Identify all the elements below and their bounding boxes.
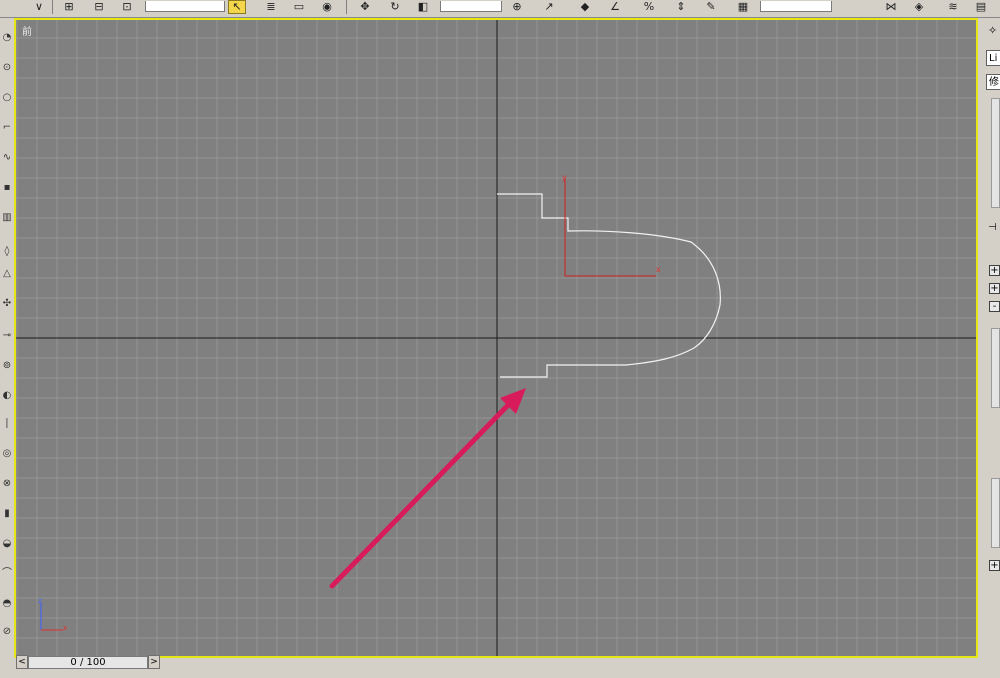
modifier-stack-list[interactable] <box>991 98 1000 208</box>
mirror-icon[interactable]: ⋈ <box>882 0 900 14</box>
tool-icon[interactable]: ⊙ <box>1 62 13 74</box>
named-selection-abc-icon[interactable]: ▦ <box>734 0 752 14</box>
tool-icon[interactable]: ∣ <box>1 418 13 430</box>
main-toolbar: ∨ ⊞ ⊟ ⊡ ↖ ≣ ▭ ◉ ✥ ↻ ◧ ⊕ ↗ ◆ ∠ % ⇕ ✎ ▦ ⋈ … <box>0 0 1000 18</box>
window-crossing-icon[interactable]: ◉ <box>318 0 336 14</box>
select-arrow-icon[interactable]: ↖ <box>228 0 246 14</box>
spline-profile-shape[interactable] <box>497 193 721 378</box>
tool-icon[interactable]: ✣ <box>1 298 13 310</box>
rollout-expand-icon[interactable]: + <box>989 560 1000 571</box>
edit-named-selection-icon[interactable]: ✎ <box>702 0 720 14</box>
front-viewport[interactable]: y x z x 前 <box>14 18 978 658</box>
tool-icon[interactable]: ◎ <box>1 448 13 460</box>
frame-readout: 0 / 100 <box>70 657 106 668</box>
tool-icon[interactable]: ◒ <box>1 538 13 550</box>
tool-icon[interactable]: △ <box>1 268 13 280</box>
tool-icon[interactable]: ⊚ <box>1 360 13 372</box>
selection-filter-dropdown[interactable] <box>145 1 225 12</box>
modifier-list-dropdown[interactable]: 修 <box>986 74 1000 90</box>
tool-icon[interactable]: ⌐ <box>1 122 13 134</box>
pin-stack-icon[interactable]: ⊣ <box>988 222 997 233</box>
rotate-icon[interactable]: ↻ <box>386 0 404 14</box>
tripod-z-label: z <box>38 597 42 605</box>
link-icon[interactable]: ⊞ <box>60 0 78 14</box>
toolbar-separator <box>346 0 347 14</box>
select-by-name-icon[interactable]: ≣ <box>262 0 280 14</box>
command-panel: ✧ Li 修 ⊣ + + - + <box>979 18 1000 658</box>
tool-icon[interactable]: ⌒ <box>1 568 13 580</box>
viewport-label[interactable]: 前 <box>22 23 32 38</box>
rollout-expand-icon[interactable]: + <box>989 265 1000 276</box>
scale-icon[interactable]: ◧ <box>414 0 432 14</box>
region-select-icon[interactable]: ▭ <box>290 0 308 14</box>
tripod-x-label: x <box>63 624 67 632</box>
snap-toggle-icon[interactable]: ◆ <box>576 0 594 14</box>
reference-coordinate-dropdown[interactable] <box>440 1 502 12</box>
tool-icon[interactable]: ○ <box>1 92 13 104</box>
chevron-left-icon[interactable]: < <box>16 655 28 669</box>
bind-space-warp-icon[interactable]: ⊡ <box>118 0 136 14</box>
rollout-expand-icon[interactable]: + <box>989 283 1000 294</box>
tool-icon[interactable]: ◐ <box>1 390 13 402</box>
pivot-x-label: x <box>656 265 661 274</box>
layer-manager-icon[interactable]: ≋ <box>944 0 962 14</box>
axis-tripod: z x <box>38 597 67 632</box>
pivot-center-icon[interactable]: ⊕ <box>508 0 526 14</box>
unlink-icon[interactable]: ⊟ <box>90 0 108 14</box>
undo-icon[interactable]: ∨ <box>30 0 48 14</box>
left-tool-strip: ◔ ⊙ ○ ⌐ ∿ ▪ ▥ ◊ △ ✣ ⊸ ⊚ ◐ ∣ ◎ ⊗ ▮ ◒ ⌒ ◓ … <box>0 18 14 658</box>
tool-icon[interactable]: ⊗ <box>1 478 13 490</box>
select-manipulate-icon[interactable]: ↗ <box>540 0 558 14</box>
tool-icon[interactable]: ◊ <box>1 246 13 258</box>
viewport-canvas[interactable]: y x z x <box>16 20 976 656</box>
create-panel-icon[interactable]: ✧ <box>988 24 997 37</box>
rollout-panel <box>991 328 1000 408</box>
object-name-field[interactable]: Li <box>986 50 1000 66</box>
tool-icon[interactable]: ▮ <box>1 508 13 520</box>
rollout-collapse-icon[interactable]: - <box>989 301 1000 312</box>
tool-icon[interactable]: ⊘ <box>1 626 13 638</box>
tool-icon[interactable]: ⊸ <box>1 330 13 342</box>
pivot-y-label: y <box>562 173 567 182</box>
angle-snap-icon[interactable]: ∠ <box>606 0 624 14</box>
tool-icon[interactable]: ▥ <box>1 212 13 224</box>
move-icon[interactable]: ✥ <box>356 0 374 14</box>
tool-icon[interactable]: ◔ <box>1 32 13 44</box>
spinner-snap-icon[interactable]: ⇕ <box>672 0 690 14</box>
curve-editor-icon[interactable]: ▤ <box>972 0 990 14</box>
rollout-panel <box>991 478 1000 548</box>
percent-snap-icon[interactable]: % <box>640 0 658 14</box>
align-icon[interactable]: ◈ <box>910 0 928 14</box>
chevron-right-icon[interactable]: > <box>148 655 160 669</box>
tool-icon[interactable]: ∿ <box>1 152 13 164</box>
time-slider[interactable]: 0 / 100 <box>28 656 148 669</box>
tool-icon[interactable]: ◓ <box>1 598 13 610</box>
toolbar-separator <box>52 0 53 14</box>
tool-icon[interactable]: ▪ <box>1 182 13 194</box>
named-selection-dropdown[interactable] <box>760 1 832 12</box>
